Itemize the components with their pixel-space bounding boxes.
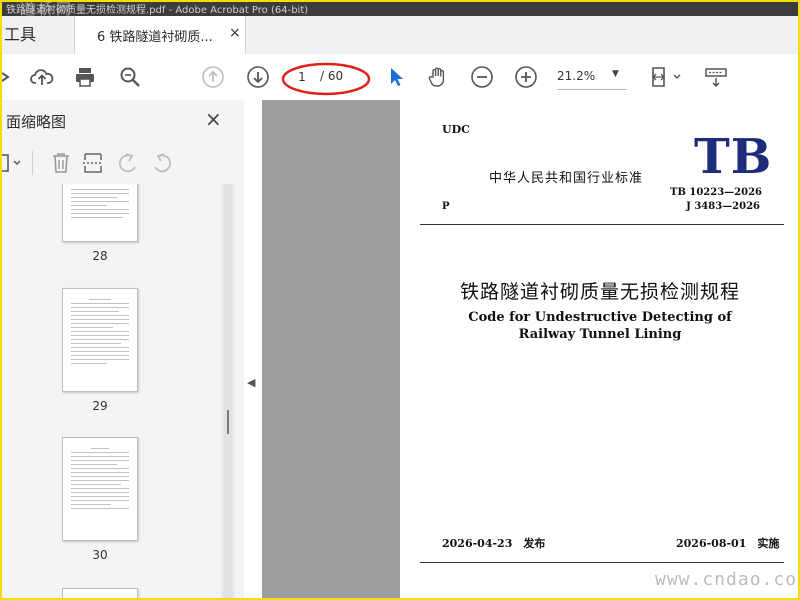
doc-title-english-line2: Railway Tunnel Lining — [518, 327, 682, 342]
doc-footer-rule — [420, 562, 784, 563]
doc-title-chinese: 铁路隧道衬砌质量无损检测规程 — [459, 281, 740, 303]
tab-bar: 工具 6 铁路隧道衬砌质... × — [0, 16, 800, 55]
doc-p-label: P — [442, 201, 450, 212]
print-icon[interactable] — [73, 65, 97, 89]
red-highlight-ellipse — [281, 62, 371, 96]
zoom-dropdown-caret[interactable]: ▼ — [612, 69, 619, 79]
toolbar-divider — [32, 151, 33, 175]
doc-standard-code: TB 10223—2026 — [670, 187, 762, 198]
doc-record-code: J 3483—2026 — [686, 201, 760, 212]
thumbnail-page-number: 29 — [92, 399, 108, 413]
doc-implementation-date: 2026-08-01 实施 — [676, 537, 780, 550]
delete-trash-icon[interactable] — [50, 151, 72, 179]
thumbnail-page-number: 30 — [92, 548, 108, 562]
thumbnail-list: 28 29 30 — [0, 184, 236, 600]
redo-rotate-icon[interactable] — [150, 152, 174, 178]
panel-close-icon[interactable]: × — [205, 107, 222, 131]
doc-tb-logo: TB — [694, 129, 773, 185]
panel-title: 面缩略图 — [6, 113, 67, 131]
panel-resize-grip[interactable] — [227, 410, 229, 434]
collapse-arrow-icon[interactable]: ◀ — [247, 376, 255, 389]
site-watermark: 道桥网 — [20, 0, 75, 16]
zoom-out-icon[interactable] — [470, 65, 494, 89]
thumbnail-page-31[interactable] — [62, 588, 138, 600]
zoom-underline — [557, 89, 627, 90]
thumbnail-page-29[interactable] — [62, 288, 138, 392]
panel-collapse-strip[interactable]: ◀ — [244, 100, 262, 600]
page-thumbnails-panel: 面缩略图 × 28 29 30 — [0, 100, 245, 600]
thumbnail-toolbar — [0, 144, 244, 182]
previous-page-icon[interactable] — [201, 65, 225, 89]
footer-watermark: www.cndao.com — [655, 569, 800, 590]
zoom-level-select[interactable]: 21.2% — [557, 69, 595, 83]
hand-tool-icon[interactable] — [426, 65, 450, 89]
thumbnail-page-number: 28 — [92, 249, 108, 263]
doc-issuing-standard-type: 中华人民共和国行业标准 — [489, 171, 644, 186]
undo-rotate-icon[interactable] — [116, 152, 140, 178]
chevron-icon[interactable] — [0, 65, 24, 89]
tab-document-label: 6 铁路隧道衬砌质... — [97, 30, 213, 45]
crop-insert-icon[interactable] — [82, 151, 104, 179]
next-page-icon[interactable] — [246, 65, 270, 89]
fit-page-icon[interactable] — [650, 65, 684, 89]
doc-title-english-line1: Code for Undestructive Detecting of — [468, 310, 732, 325]
select-cursor-icon[interactable] — [384, 65, 408, 89]
read-mode-icon[interactable] — [704, 65, 730, 89]
tab-tools[interactable]: 工具 — [0, 16, 36, 54]
options-menu-icon[interactable] — [0, 152, 26, 178]
tab-close-icon[interactable]: × — [229, 25, 241, 41]
document-canvas-background — [262, 100, 400, 600]
zoom-in-icon[interactable] — [514, 65, 538, 89]
window-titlebar: 铁路隧道衬砌质量无损检测规程.pdf - Adobe Acrobat Pro (… — [0, 0, 800, 16]
thumbnail-page-30[interactable] — [62, 437, 138, 541]
tab-document[interactable]: 6 铁路隧道衬砌质... × — [74, 16, 246, 55]
thumbnail-page-28[interactable] — [62, 184, 138, 242]
pdf-page-1: UDC 中华人民共和国行业标准 TB TB 10223—2026 P J 348… — [400, 100, 800, 600]
doc-header-rule — [420, 224, 784, 225]
cloud-upload-icon[interactable] — [30, 65, 54, 89]
doc-udc-label: UDC — [442, 123, 470, 136]
thumbnail-scrollbar[interactable] — [221, 184, 235, 600]
main-toolbar: 1 / 60 21.2% ▼ — [0, 54, 800, 101]
doc-issue-date: 2026-04-23 发布 — [442, 537, 546, 550]
find-search-icon[interactable] — [118, 65, 142, 89]
